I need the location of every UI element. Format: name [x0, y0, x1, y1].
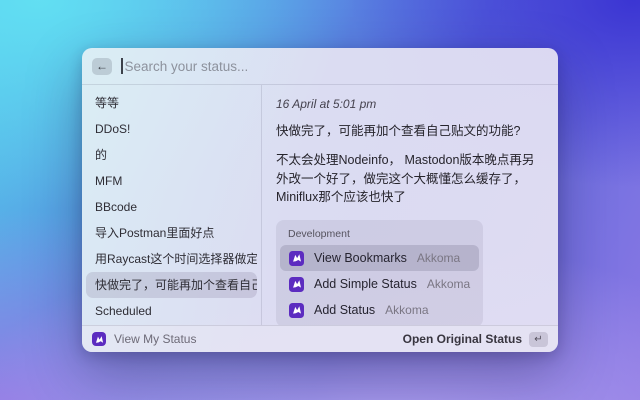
- akkoma-app-icon: [92, 332, 106, 346]
- status-timestamp: 16 April at 5:01 pm: [276, 97, 542, 111]
- akkoma-app-icon: [289, 277, 304, 292]
- sidebar-status-item[interactable]: 导入Postman里面好点: [86, 220, 257, 246]
- search-input[interactable]: Search your status...: [125, 59, 249, 74]
- sidebar-status-item[interactable]: BBcode: [86, 194, 257, 220]
- launcher-window: ← Search your status... 等等DDoS!的MFMBBcod…: [82, 48, 558, 352]
- actions-section-label: Development: [288, 228, 471, 240]
- sidebar-status-item[interactable]: 等等: [86, 90, 257, 116]
- action-item[interactable]: Add Status Akkoma: [280, 297, 479, 323]
- footer-primary-label: View My Status: [114, 332, 196, 346]
- back-button[interactable]: ←: [92, 58, 112, 75]
- action-item[interactable]: View Bookmarks Akkoma: [280, 245, 479, 271]
- text-cursor: [121, 58, 123, 74]
- action-item[interactable]: Add Simple Status Akkoma: [280, 271, 479, 297]
- sidebar-status-item[interactable]: 的: [86, 142, 257, 168]
- sidebar-status-item[interactable]: Scheduled: [86, 298, 257, 324]
- akkoma-app-icon: [289, 303, 304, 318]
- action-label: Add Status: [314, 303, 375, 317]
- footer-primary-action[interactable]: View My Status: [92, 332, 196, 346]
- action-label: Add Simple Status: [314, 277, 417, 291]
- footer-default-label: Open Original Status: [403, 332, 522, 346]
- status-list: 等等DDoS!的MFMBBcode导入Postman里面好点用Raycast这个…: [82, 85, 262, 325]
- action-label: View Bookmarks: [314, 251, 407, 265]
- action-app-name: Akkoma: [385, 303, 428, 317]
- akkoma-app-icon: [289, 251, 304, 266]
- actions-card: Development View Bookmarks Akkoma Add Si…: [276, 220, 483, 325]
- footer-bar: View My Status Open Original Status ↵: [82, 325, 558, 352]
- main-area: 等等DDoS!的MFMBBcode导入Postman里面好点用Raycast这个…: [82, 85, 558, 325]
- status-paragraph: 快做完了，可能再加个查看自己贴文的功能?: [276, 122, 542, 141]
- return-key-icon: ↵: [529, 332, 548, 347]
- search-bar: ← Search your status...: [82, 48, 558, 85]
- status-detail-panel: 16 April at 5:01 pm 快做完了，可能再加个查看自己贴文的功能?…: [262, 85, 558, 325]
- sidebar-status-item[interactable]: 用Raycast这个时间选择器做定时很方…: [86, 246, 257, 272]
- actions-list: View Bookmarks Akkoma Add Simple Status …: [280, 245, 479, 323]
- back-arrow-icon: ←: [96, 59, 108, 73]
- sidebar-status-item[interactable]: DDoS!: [86, 116, 257, 142]
- status-paragraph: 不太会处理Nodeinfo， Mastodon版本晚点再另外改一个好了，做完这个…: [276, 151, 542, 207]
- sidebar-status-item[interactable]: MFM: [86, 168, 257, 194]
- action-app-name: Akkoma: [427, 277, 470, 291]
- footer-default-action[interactable]: Open Original Status ↵: [403, 332, 548, 347]
- action-app-name: Akkoma: [417, 251, 460, 265]
- sidebar-status-item[interactable]: 快做完了，可能再加个查看自己贴文的…: [86, 272, 257, 298]
